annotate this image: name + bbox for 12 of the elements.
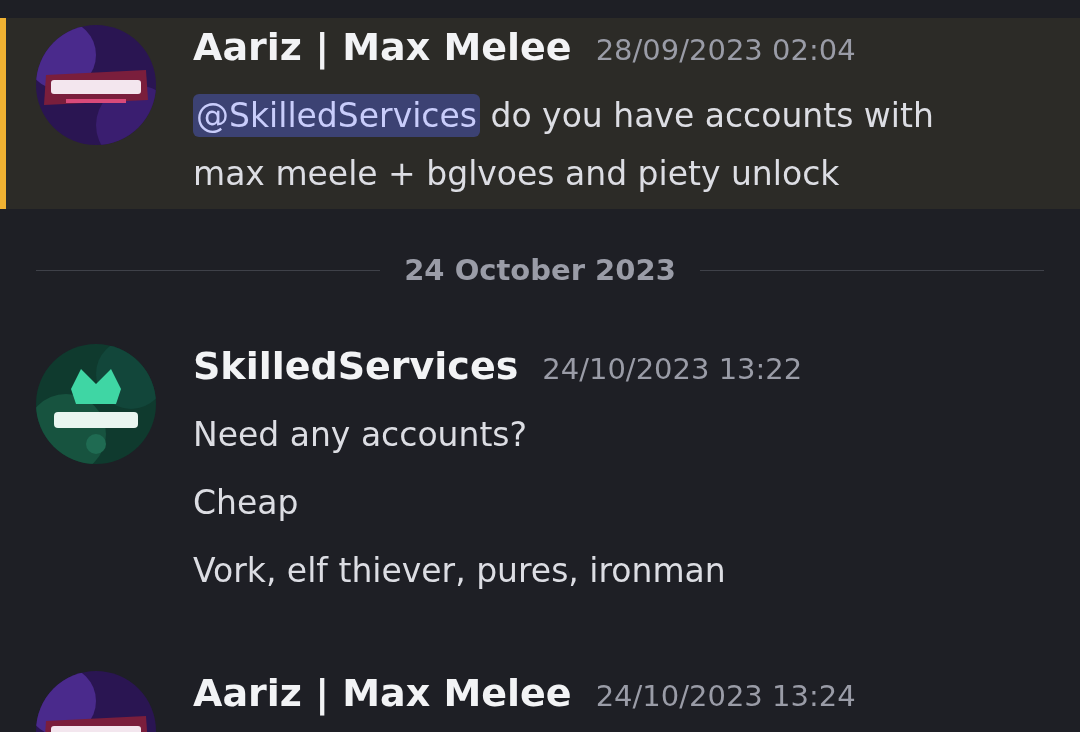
- date-divider-label: 24 October 2023: [404, 253, 676, 287]
- timestamp: 24/10/2023 13:22: [542, 352, 803, 386]
- user-mention[interactable]: @SkilledServices: [193, 94, 480, 137]
- author-name[interactable]: Aariz | Max Melee: [193, 671, 572, 715]
- author-name[interactable]: Aariz | Max Melee: [193, 25, 572, 69]
- timestamp: 24/10/2023 13:24: [595, 679, 856, 713]
- message-text: @SkilledServices do you have accounts with max meele + bglvoes and piety unlock: [193, 93, 935, 195]
- message-text: Vork, elf thiever, pures, ironman: [193, 550, 727, 592]
- message-text: Cheap: [193, 482, 300, 524]
- message-text: Need any accounts?: [193, 414, 529, 456]
- timestamp: 28/09/2023 02:04: [595, 33, 856, 67]
- author-name[interactable]: SkilledServices: [193, 344, 519, 388]
